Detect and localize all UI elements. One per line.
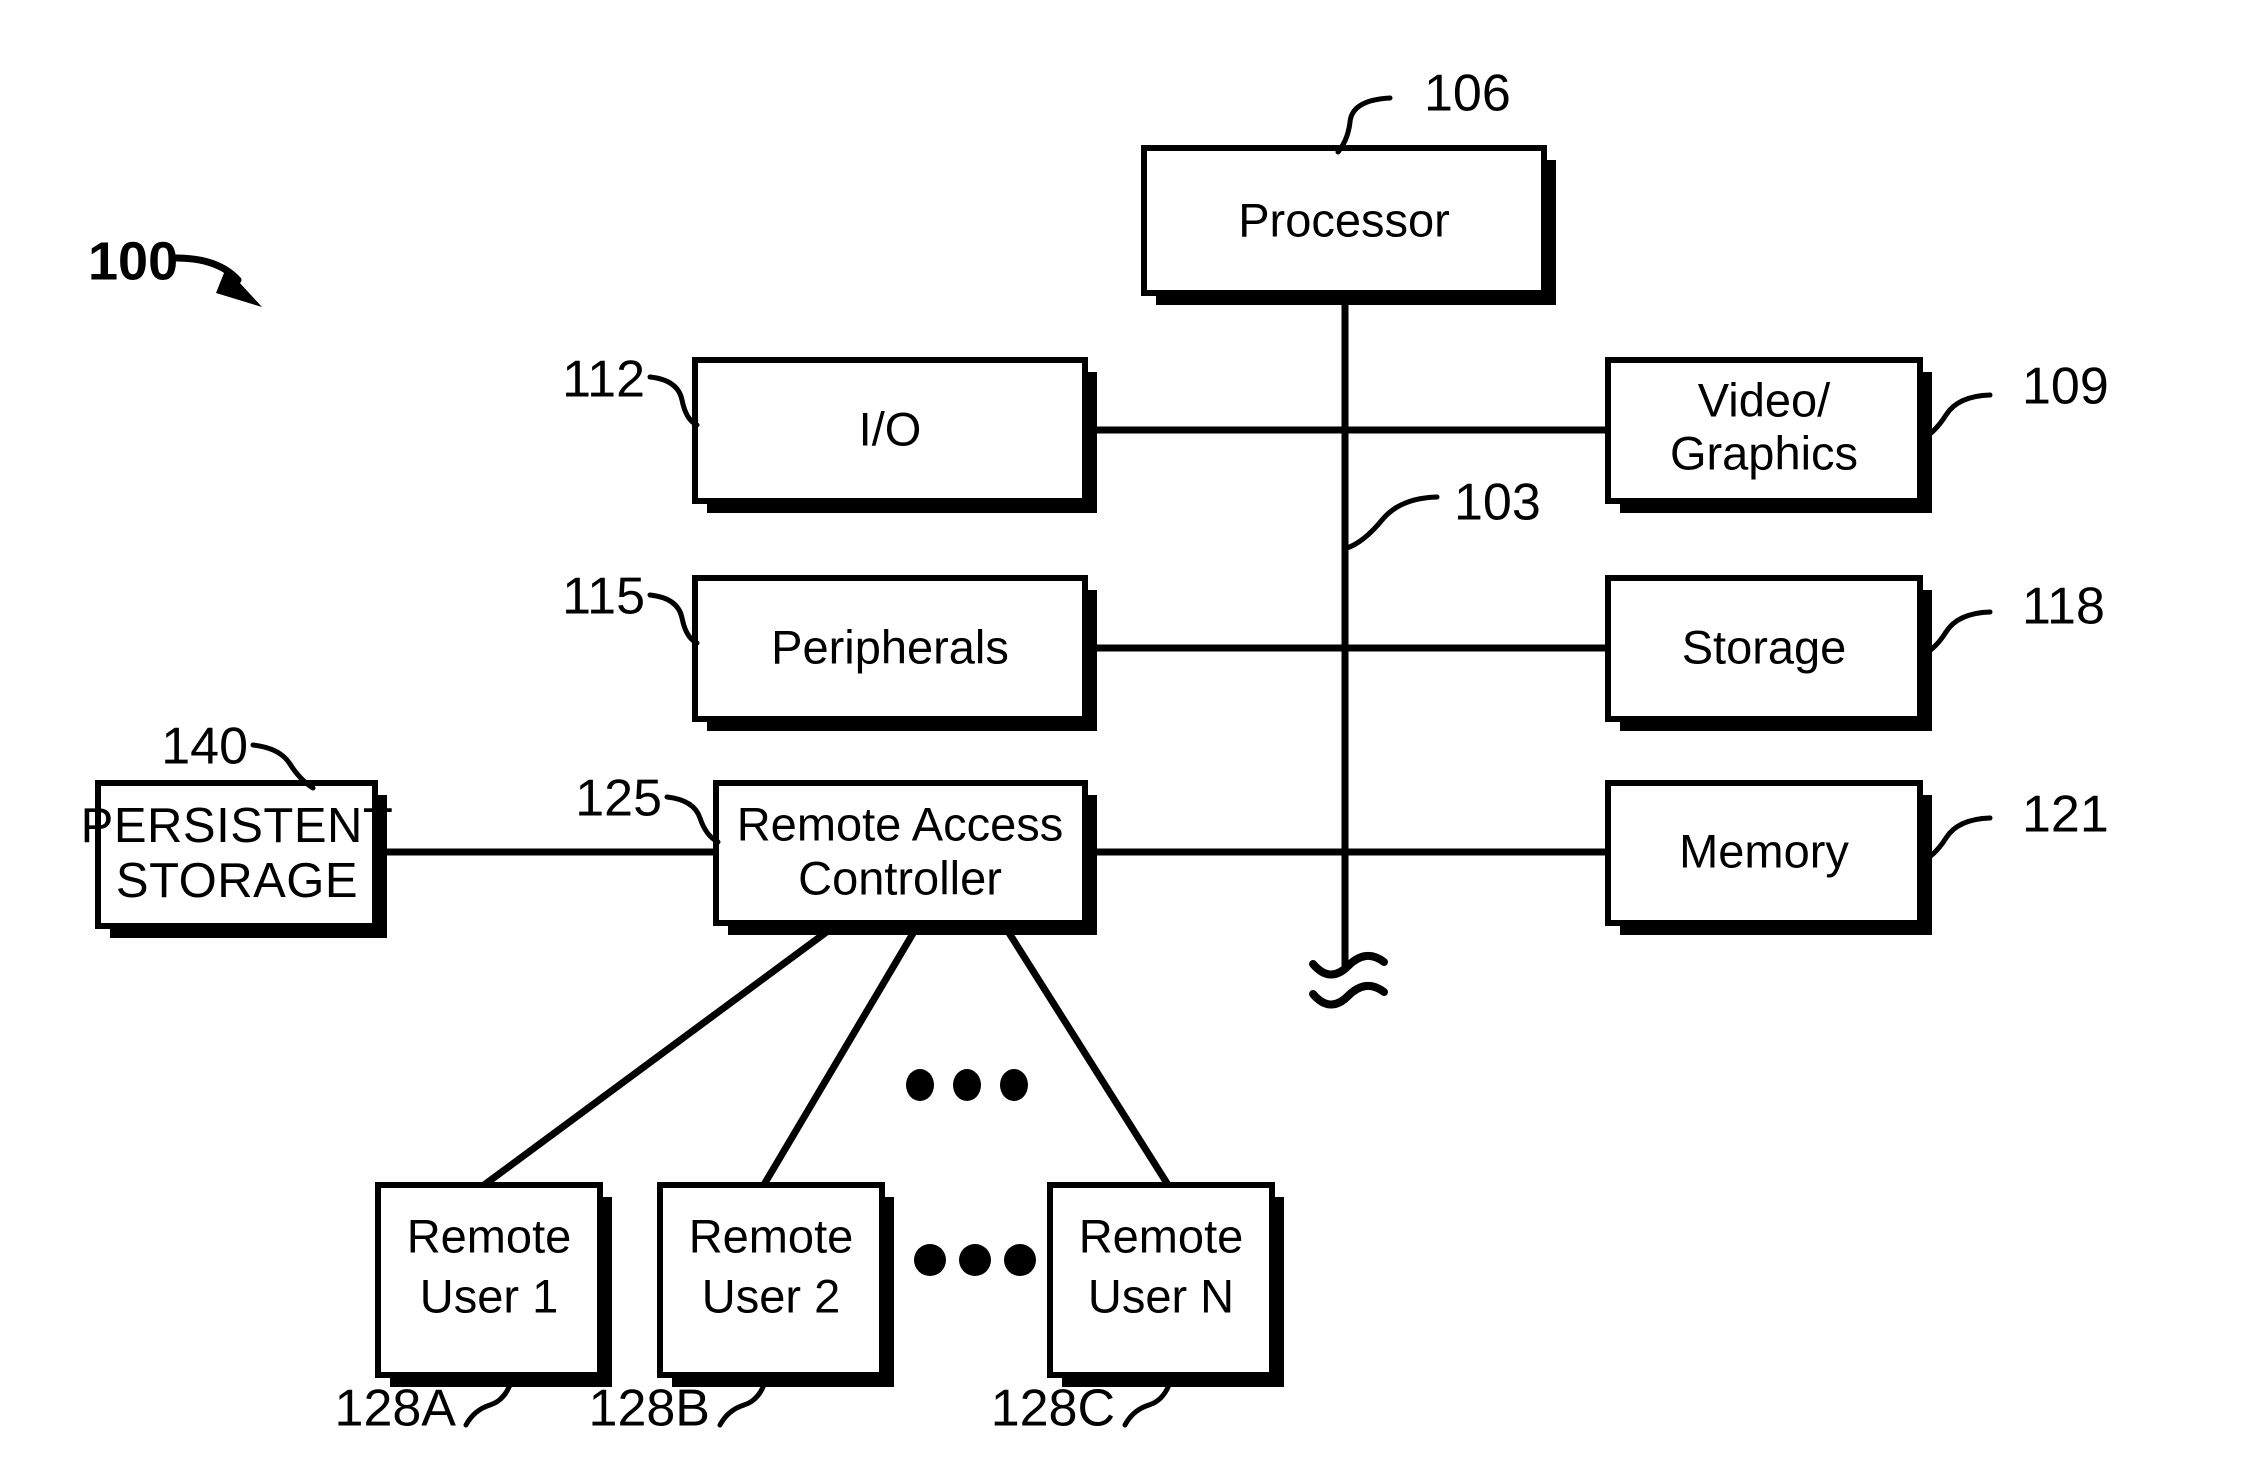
- box-remote-user-1: Remote User 1: [375, 1182, 612, 1387]
- ref-numeral-125: 125: [575, 770, 662, 828]
- ellipsis-dots-lower: [914, 1244, 1036, 1276]
- box-processor: Processor: [1141, 145, 1556, 305]
- ref-numeral-128C: 128C: [991, 1380, 1115, 1438]
- ref-numeral-106: 106: [1424, 65, 1511, 123]
- box-remote-user-2: Remote User 2: [657, 1182, 894, 1387]
- box-video-graphics-label-line2: Graphics: [1670, 426, 1858, 479]
- box-persistent-storage-label-line2: STORAGE: [116, 854, 358, 908]
- box-io-label: I/O: [859, 402, 922, 455]
- ref-numeral-118: 118: [2022, 578, 2105, 636]
- box-remote-user-1-label-line1: Remote: [407, 1209, 572, 1262]
- figure-arrow-head: [216, 268, 262, 307]
- ref-numeral-140: 140: [161, 718, 248, 776]
- box-io: I/O: [692, 357, 1097, 513]
- leader-103: [1344, 494, 1440, 551]
- box-memory-label: Memory: [1679, 824, 1849, 877]
- box-storage-label: Storage: [1682, 620, 1847, 673]
- ref-numeral-103: 103: [1454, 474, 1541, 532]
- leader-125: [664, 794, 721, 845]
- box-memory: Memory: [1605, 780, 1932, 935]
- box-video-graphics: Video/ Graphics: [1605, 357, 1932, 513]
- box-peripherals: Peripherals: [692, 575, 1097, 731]
- box-remote-user-n: Remote User N: [1047, 1182, 1284, 1387]
- ref-numeral-109: 109: [2022, 358, 2109, 416]
- ref-numeral-115: 115: [562, 568, 645, 626]
- ref-numeral-112: 112: [562, 351, 645, 409]
- leader-106: [1335, 95, 1393, 155]
- box-remote-user-n-label-line2: User N: [1088, 1269, 1234, 1322]
- box-persistent-storage-label-line1: PERSISTENT: [81, 799, 394, 853]
- connector-rac-remote-user-n: [1000, 921, 1174, 1192]
- box-remote-user-2-label-line1: Remote: [689, 1209, 854, 1262]
- box-remote-user-2-label-line2: User 2: [702, 1269, 840, 1322]
- box-remote-user-1-label-line2: User 1: [420, 1269, 558, 1322]
- bus-break-squiggle-lower: [1309, 982, 1388, 1009]
- ellipsis-dots-upper: [906, 1069, 1028, 1101]
- leader-115: [647, 592, 700, 646]
- ref-numeral-128A: 128A: [335, 1380, 457, 1438]
- ref-numeral-128B: 128B: [589, 1380, 710, 1438]
- box-rac-label-line1: Remote Access: [737, 797, 1064, 850]
- box-persistent-storage: PERSISTENT STORAGE: [81, 780, 394, 938]
- box-rac-label-line2: Controller: [798, 851, 1002, 904]
- box-storage: Storage: [1605, 575, 1932, 731]
- box-peripherals-label: Peripherals: [771, 620, 1009, 673]
- patent-figure-canvas: Processor I/O Video/ Graphics Peripheral…: [0, 0, 2253, 1481]
- figure-drawing: Processor I/O Video/ Graphics Peripheral…: [81, 65, 2109, 1438]
- ref-numeral-121: 121: [2022, 786, 2109, 844]
- box-remote-access-controller: Remote Access Controller: [713, 780, 1097, 935]
- figure-number-label: 100: [88, 231, 178, 291]
- box-video-graphics-label-line1: Video/: [1698, 373, 1831, 426]
- box-processor-label: Processor: [1238, 193, 1450, 246]
- box-remote-user-n-label-line1: Remote: [1079, 1209, 1244, 1262]
- leader-112: [647, 374, 700, 428]
